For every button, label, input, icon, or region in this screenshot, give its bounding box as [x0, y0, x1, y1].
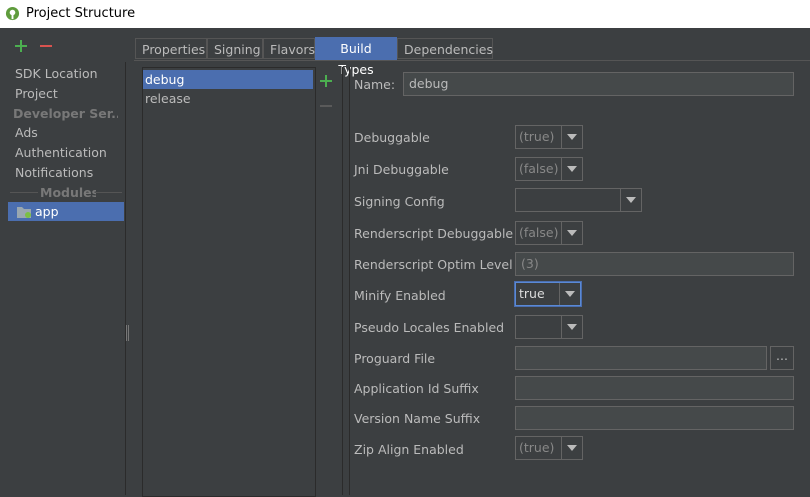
- field-label-renderscript-optim-level: Renderscript Optim Level: [354, 257, 513, 272]
- minus-icon[interactable]: [38, 38, 54, 54]
- remove-build-type-icon[interactable]: [318, 98, 334, 114]
- field-label-proguard-file: Proguard File: [354, 351, 436, 366]
- field-label-zip-align-enabled: Zip Align Enabled: [354, 442, 464, 457]
- renderscript-debuggable-combo[interactable]: (false): [515, 221, 583, 245]
- sidebar-item-sdk-location[interactable]: SDK Location: [8, 64, 118, 83]
- modules-divider-right: [96, 192, 122, 193]
- field-label-minify-enabled: Minify Enabled: [354, 288, 446, 303]
- window-title: Project Structure: [26, 6, 136, 21]
- splitter-handle[interactable]: [126, 325, 130, 341]
- chevron-down-icon: [620, 189, 641, 211]
- signing-config-combo[interactable]: [515, 188, 642, 212]
- list-item-debug[interactable]: debug: [143, 70, 313, 89]
- sidebar-header-modules: Modules: [40, 185, 96, 200]
- renderscript-optim-level-field[interactable]: (3): [515, 252, 794, 276]
- tab-build-types[interactable]: Build Types: [315, 37, 397, 77]
- sidebar-item-project[interactable]: Project: [8, 84, 118, 103]
- jni-debuggable-combo[interactable]: (false): [515, 157, 583, 181]
- sidebar-item-authentication[interactable]: Authentication: [8, 143, 118, 162]
- sidebar-item-ads[interactable]: Ads: [8, 123, 118, 142]
- field-label-signing-config: Signing Config: [354, 194, 445, 209]
- field-label-renderscript-debuggable: Renderscript Debuggable: [354, 226, 514, 241]
- zip-align-enabled-combo[interactable]: (true): [515, 436, 583, 460]
- chevron-down-icon: [561, 437, 582, 459]
- field-label-jni-debuggable: Jni Debuggable: [354, 162, 449, 177]
- debuggable-combo[interactable]: (true): [515, 125, 583, 149]
- chevron-down-icon: [559, 283, 580, 305]
- name-field[interactable]: debug: [403, 72, 794, 96]
- sidebar-header-developer-services: Developer Ser...: [13, 106, 118, 121]
- chevron-down-icon: [561, 158, 582, 180]
- application-id-suffix-field[interactable]: [515, 376, 794, 400]
- title-bar: Project Structure: [0, 0, 810, 28]
- browse-button[interactable]: ...: [770, 346, 794, 370]
- add-build-type-icon[interactable]: [318, 73, 334, 89]
- chevron-down-icon: [561, 126, 582, 148]
- tab-properties[interactable]: Properties: [135, 38, 207, 59]
- sidebar-item-app[interactable]: app: [8, 202, 124, 221]
- chevron-down-icon: [561, 316, 582, 338]
- modules-divider-left: [10, 192, 38, 193]
- tab-flavors[interactable]: Flavors: [263, 38, 315, 59]
- version-name-suffix-field[interactable]: [515, 406, 794, 430]
- tab-dependencies[interactable]: Dependencies: [397, 38, 493, 59]
- minify-enabled-combo[interactable]: true: [515, 282, 581, 306]
- sidebar-item-notifications[interactable]: Notifications: [8, 163, 118, 182]
- chevron-down-icon: [561, 222, 582, 244]
- field-label-debuggable: Debuggable: [354, 130, 430, 145]
- pseudo-locales-enabled-combo[interactable]: [515, 315, 583, 339]
- proguard-file-field[interactable]: [515, 346, 767, 370]
- tab-signing[interactable]: Signing: [207, 38, 263, 59]
- build-type-form: Name: debug Debuggable (true) Jni Debugg…: [349, 67, 810, 495]
- module-folder-icon: [17, 207, 31, 218]
- field-label-pseudo-locales-enabled: Pseudo Locales Enabled: [354, 320, 505, 335]
- build-types-list: debug release: [142, 67, 316, 497]
- list-item-release[interactable]: release: [143, 89, 313, 108]
- field-label-application-id-suffix: Application Id Suffix: [354, 381, 479, 396]
- android-studio-logo-icon: [5, 6, 20, 21]
- field-label-version-name-suffix: Version Name Suffix: [354, 411, 481, 426]
- name-label: Name:: [354, 77, 396, 92]
- plus-icon[interactable]: [13, 38, 29, 54]
